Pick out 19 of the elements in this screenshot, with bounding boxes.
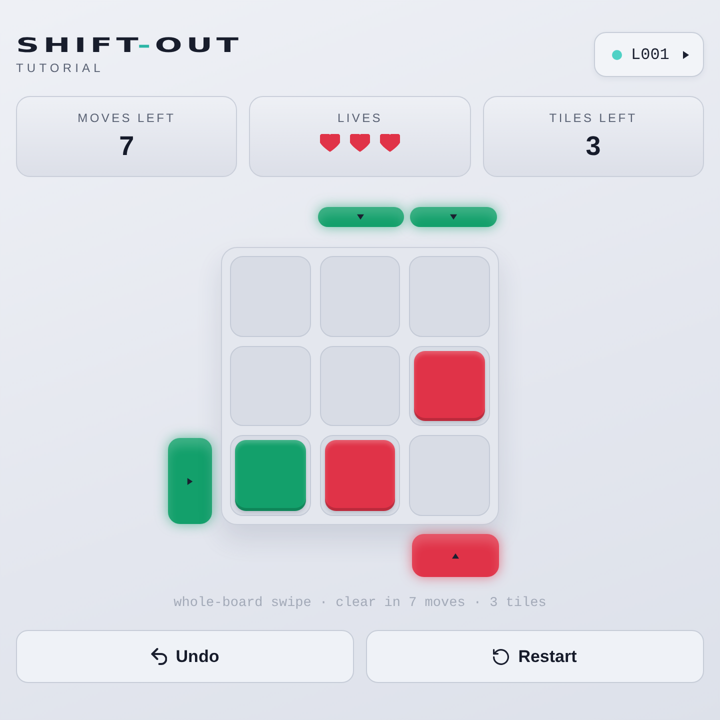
status-dot-icon bbox=[612, 50, 622, 60]
hint-text: whole-board swipe · clear in 7 moves · 3 tiles bbox=[172, 596, 548, 612]
caret-right-icon bbox=[187, 478, 193, 484]
undo-button[interactable]: Undo bbox=[16, 630, 354, 683]
caret-up-icon bbox=[452, 552, 460, 558]
restart-icon bbox=[493, 648, 510, 666]
stat-label: TILES LEFT bbox=[549, 111, 638, 125]
undo-icon bbox=[150, 648, 167, 666]
stat-label: MOVES LEFT bbox=[78, 111, 176, 125]
level-button[interactable]: L001 bbox=[594, 32, 704, 77]
stat-value: 7 bbox=[119, 130, 134, 162]
stat-label: LIVES bbox=[337, 111, 382, 125]
stat-value: 3 bbox=[586, 130, 601, 162]
caret-down-icon bbox=[450, 214, 458, 220]
app-title: SHIFT-OUT bbox=[16, 35, 242, 55]
app-subtitle: TUTORIAL bbox=[16, 61, 105, 75]
caret-right-icon bbox=[683, 50, 689, 58]
restart-button[interactable]: Restart bbox=[366, 630, 704, 683]
caret-down-icon bbox=[357, 214, 364, 220]
